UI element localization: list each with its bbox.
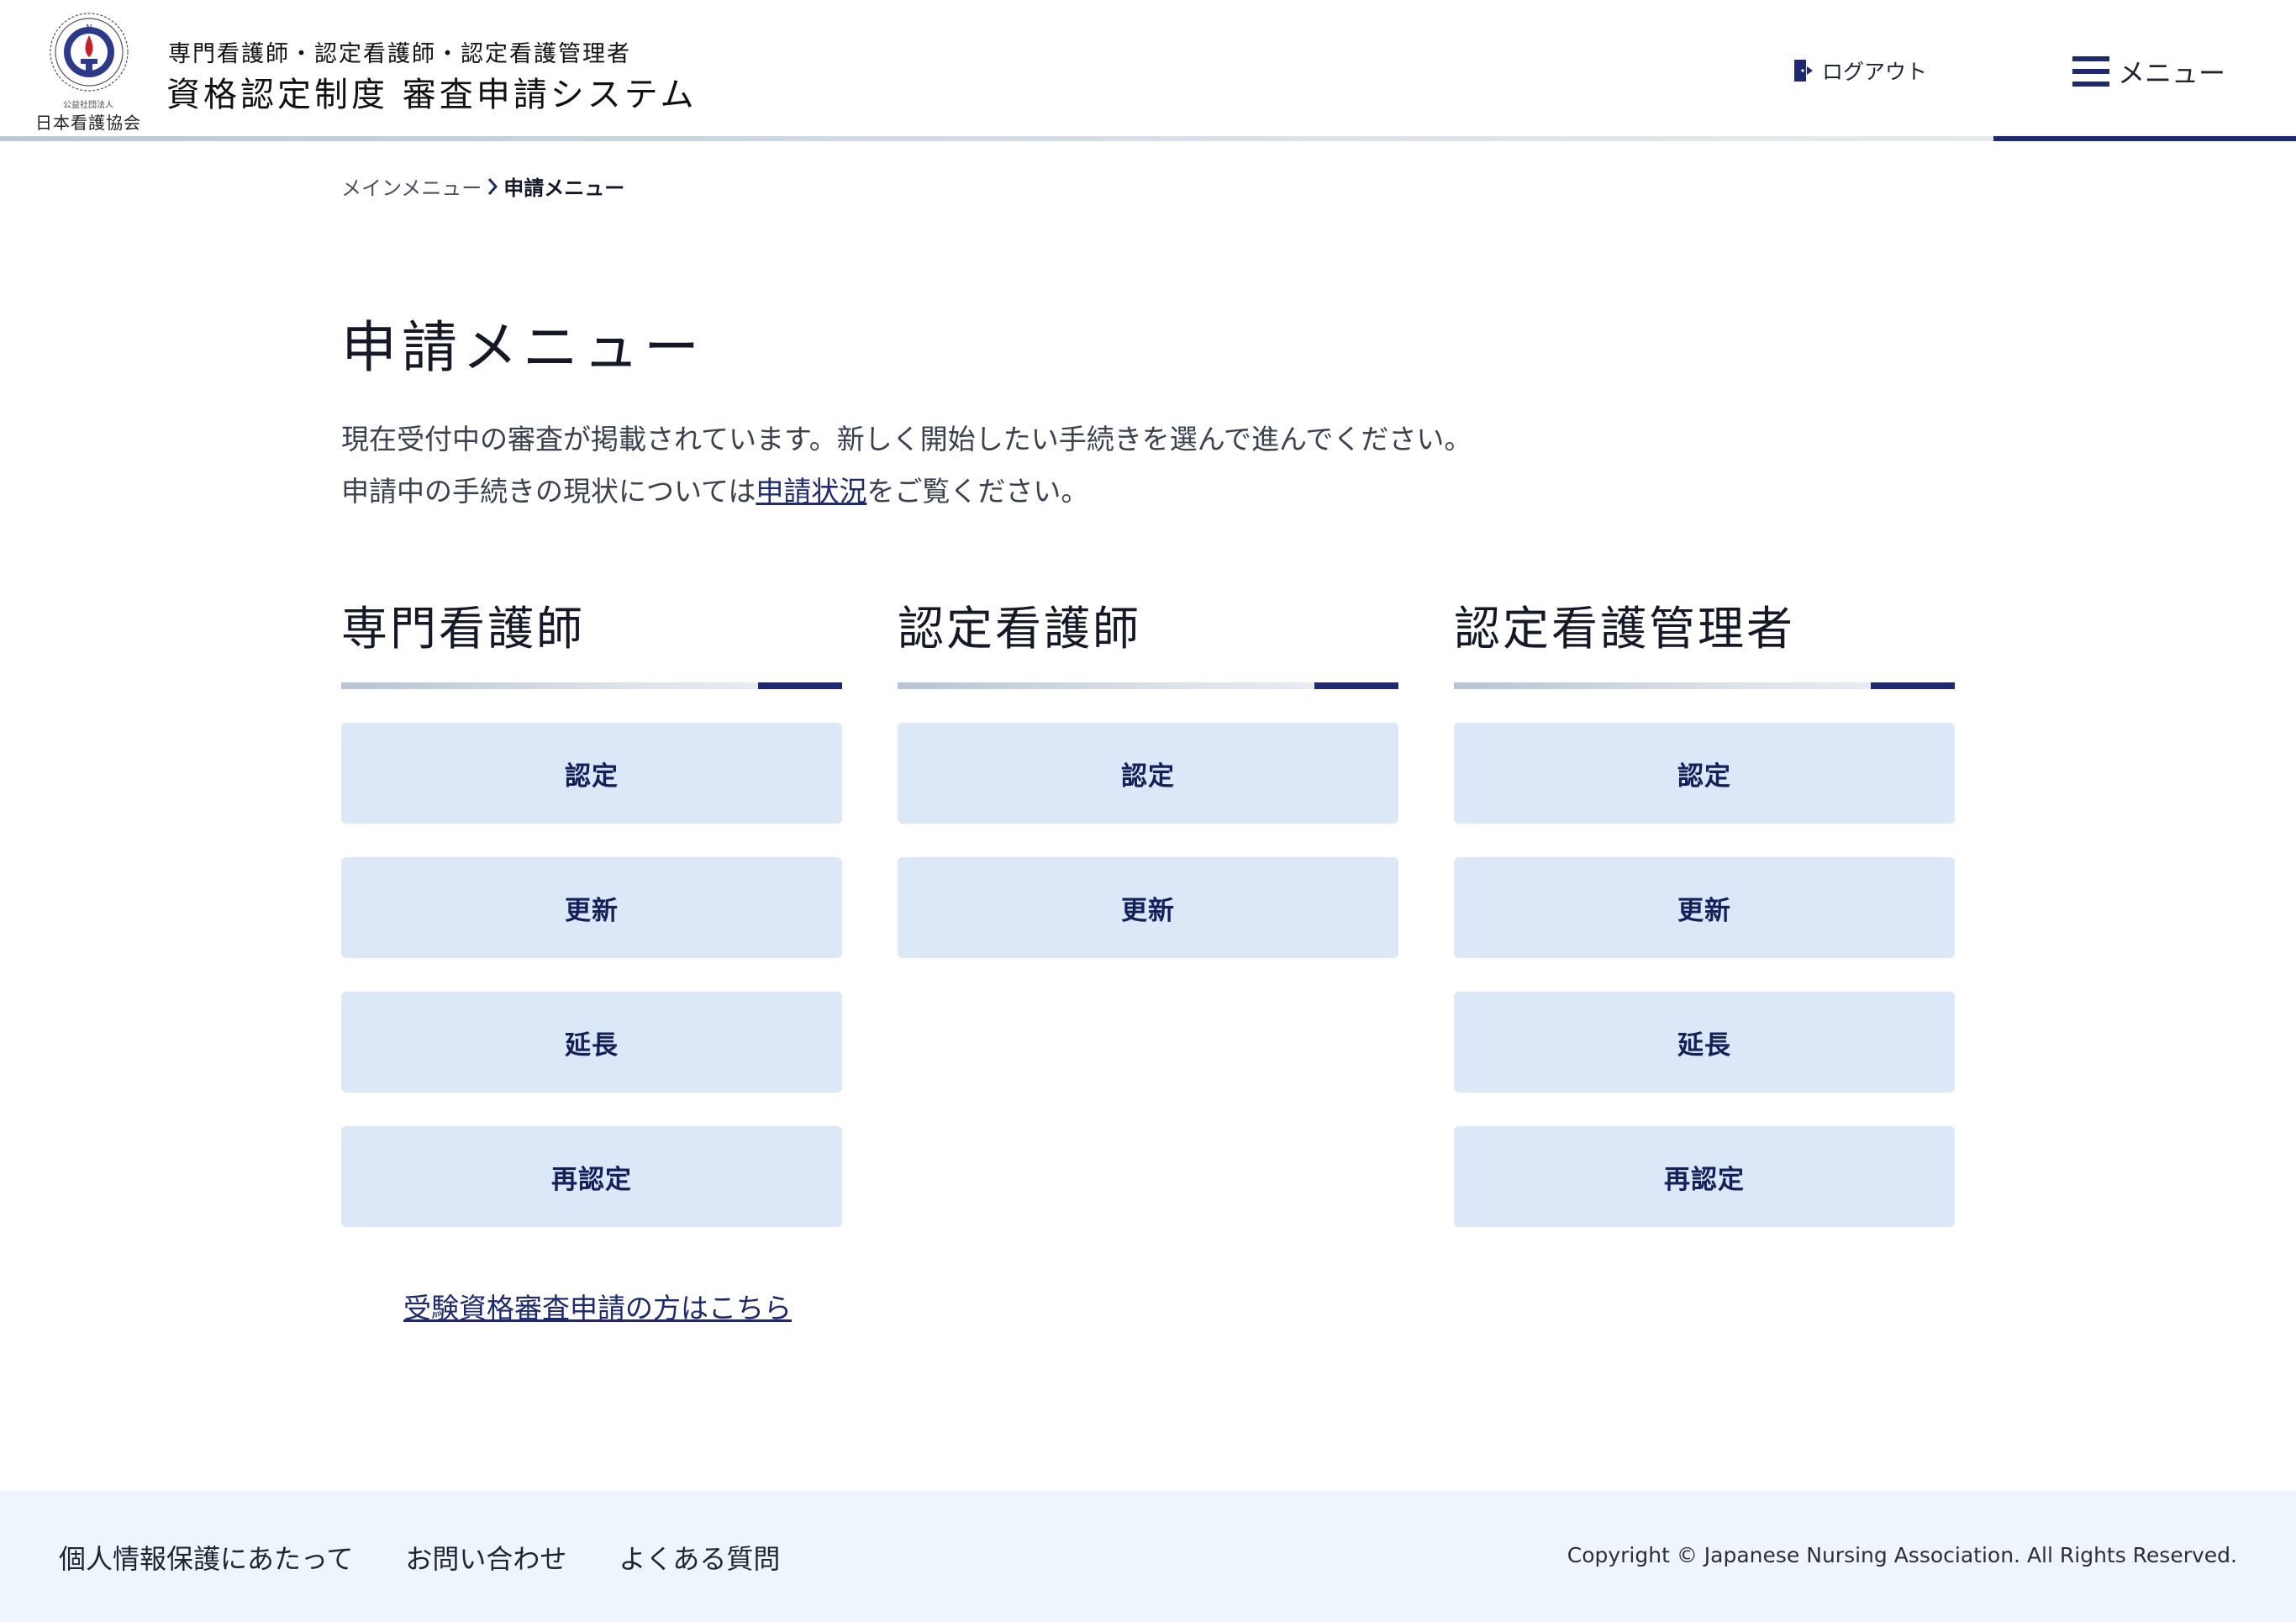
header-divider [0,136,2296,141]
intro-line-2-after: をご覧ください。 [866,475,1089,508]
footer-link-privacy[interactable]: 個人情報保護にあたって [59,1538,353,1577]
column-title-cns: 専門看護師 [341,602,586,656]
logo-org-name: 日本看護協会 [35,113,141,133]
intro-line-2: 申請中の手続きの現状については申請状況をご覧ください。 [341,466,1472,518]
breadcrumb-home[interactable]: メインメニュー [341,171,482,201]
column-cn: 認定看護師 認定 更新 [898,593,1398,992]
cn-renew-button[interactable]: 更新 [898,857,1398,958]
svg-text:N: N [86,24,92,33]
site-logo[interactable]: N 公益社団法人 日本看護協会 [25,10,151,133]
site-subtitle: 専門看護師・認定看護師・認定看護管理者 [168,41,631,67]
footer-link-faq[interactable]: よくある質問 [619,1538,780,1577]
breadcrumb-current: 申請メニュー [503,176,625,200]
cna-certify-button[interactable]: 認定 [1454,723,1955,824]
footer-link-contact[interactable]: お問い合わせ [405,1538,566,1577]
cna-recertify-button[interactable]: 再認定 [1454,1126,1955,1227]
site-header: N 公益社団法人 日本看護協会 専門看護師・認定看護師・認定看護管理者 資格認定… [0,0,2296,141]
logo-sub-text: 公益社団法人 [63,101,113,110]
column-rule [898,682,1398,689]
cns-recertify-button[interactable]: 再認定 [341,1126,842,1227]
logout-icon [1794,60,1813,82]
hamburger-icon [2072,56,2109,87]
cns-certify-button[interactable]: 認定 [341,723,842,824]
intro-text: 現在受付中の審査が掲載されています。新しく開始したい手続きを選んで進んでください… [341,413,1472,518]
copyright-text: Copyright © Japanese Nursing Association… [1567,1543,2237,1567]
column-rule [341,682,842,689]
column-title-cn: 認定看護師 [898,602,1142,656]
chevron-right-icon [488,177,498,195]
cns-extend-button[interactable]: 延長 [341,992,842,1093]
page-title: 申請メニュー [341,315,704,380]
application-status-link[interactable]: 申請状況 [756,475,866,508]
cna-extend-button[interactable]: 延長 [1454,992,1955,1093]
cna-renew-button[interactable]: 更新 [1454,857,1955,958]
column-cna: 認定看護管理者 認定 更新 延長 再認定 [1454,593,1955,1261]
column-cns: 専門看護師 認定 更新 延長 再認定 [341,593,842,1261]
logout-label: ログアウト [1822,60,1928,84]
cns-renew-button[interactable]: 更新 [341,857,842,958]
jna-seal-icon: N [50,13,129,92]
column-rule [1454,682,1955,689]
footer-links: 個人情報保護にあたって お問い合わせ よくある質問 [59,1538,780,1577]
intro-line-1: 現在受付中の審査が掲載されています。新しく開始したい手続きを選んで進んでください… [341,423,1472,456]
menu-button[interactable]: メニュー [2072,52,2225,91]
exam-qualification-link[interactable]: 受験資格審査申請の方はこちら [403,1286,792,1326]
site-footer: 個人情報保護にあたって お問い合わせ よくある質問 Copyright © Ja… [0,1491,2296,1622]
breadcrumb: メインメニュー 申請メニュー [341,171,624,201]
intro-line-2-before: 申請中の手続きの現状については [341,475,756,508]
menu-label: メニュー [2118,57,2226,89]
cn-certify-button[interactable]: 認定 [898,723,1398,824]
column-title-cna: 認定看護管理者 [1454,602,1796,656]
menu-active-indicator [1993,136,2296,141]
site-title: 資格認定制度 審査申請システム [166,76,698,114]
logout-button[interactable]: ログアウト [1793,55,1927,86]
